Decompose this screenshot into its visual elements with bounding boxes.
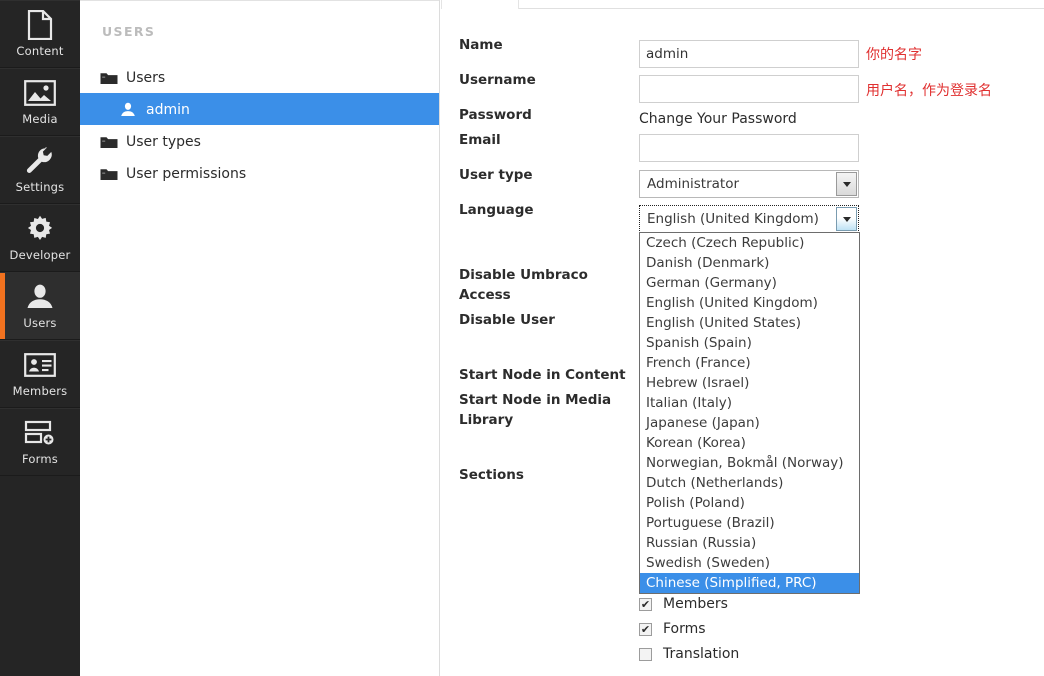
umbraco-backoffice: Content Media Settings Developer Users M… — [0, 0, 1044, 676]
tree-item-label: admin — [146, 101, 190, 118]
language-select-value: English (United Kingdom) — [647, 211, 819, 227]
id-card-icon — [24, 350, 56, 380]
rail-item-forms[interactable]: Forms — [0, 408, 80, 476]
section-label: Members — [663, 596, 728, 612]
chevron-down-icon[interactable] — [836, 207, 857, 231]
gear-icon — [25, 214, 55, 244]
tree-section-header: USERS — [102, 24, 156, 39]
rail-item-label: Content — [16, 44, 64, 58]
tree-item-label: User types — [126, 133, 201, 150]
rail-item-members[interactable]: Members — [0, 340, 80, 408]
label-start-node-content: Start Node in Content — [459, 367, 626, 383]
dropdown-option[interactable]: Czech (Czech Republic) — [640, 233, 859, 253]
tree-item-user-permissions[interactable]: User permissions — [80, 157, 439, 189]
checkbox-unchecked-icon[interactable] — [639, 647, 652, 661]
wrench-icon — [25, 146, 55, 176]
app-section-rail: Content Media Settings Developer Users M… — [0, 0, 80, 676]
email-input[interactable] — [639, 134, 859, 162]
dropdown-option[interactable]: Portuguese (Brazil) — [640, 513, 859, 533]
tree-item-label: Users — [126, 69, 166, 86]
tree-item-user-types[interactable]: User types — [80, 125, 439, 157]
checkbox-checked-icon[interactable]: ✔ — [639, 597, 652, 611]
dropdown-option[interactable]: English (United Kingdom) — [640, 293, 859, 313]
tree-top-divider — [80, 0, 439, 1]
dropdown-option[interactable]: Danish (Denmark) — [640, 253, 859, 273]
dropdown-option[interactable]: Korean (Korea) — [640, 433, 859, 453]
dropdown-option[interactable]: Spanish (Spain) — [640, 333, 859, 353]
tab-user-active[interactable] — [441, 0, 519, 9]
rail-item-users[interactable]: Users — [0, 272, 80, 340]
name-input[interactable] — [639, 40, 859, 68]
label-disable-umbraco-access: Disable Umbraco Access — [459, 267, 588, 303]
change-password-link[interactable]: Change Your Password — [639, 111, 797, 127]
chevron-down-icon[interactable] — [836, 172, 857, 196]
label-sections: Sections — [459, 467, 524, 483]
tree-list: Users admin User types User permissions — [80, 61, 439, 189]
user-icon — [120, 102, 146, 117]
dropdown-option[interactable]: Norwegian, Bokmål (Norway) — [640, 453, 859, 473]
section-checkbox-translation[interactable]: Translation — [639, 646, 739, 662]
label-name: Name — [459, 37, 503, 53]
tabstrip-baseline — [519, 8, 1044, 9]
section-label: Translation — [663, 646, 740, 662]
dropdown-option[interactable]: Polish (Poland) — [640, 493, 859, 513]
label-start-node-media: Start Node in Media Library — [459, 392, 612, 428]
dropdown-option[interactable]: Japanese (Japan) — [640, 413, 859, 433]
user-type-select[interactable]: Administrator — [639, 170, 859, 198]
folder-icon — [100, 135, 126, 149]
label-username: Username — [459, 72, 536, 88]
rail-item-label: Media — [22, 112, 58, 126]
user-icon — [25, 282, 55, 312]
tree-item-admin[interactable]: admin — [80, 93, 439, 125]
tree-item-users[interactable]: Users — [80, 61, 439, 93]
users-tree-panel: USERS Users admin User types User permis… — [80, 0, 440, 676]
rail-item-developer[interactable]: Developer — [0, 204, 80, 272]
image-icon — [24, 78, 56, 108]
rail-filler — [0, 476, 80, 612]
language-dropdown-list[interactable]: Czech (Czech Republic) Danish (Denmark) … — [639, 232, 860, 594]
check-glyph: ✔ — [640, 597, 651, 611]
dropdown-option[interactable]: Hebrew (Israel) — [640, 373, 859, 393]
tabstrip — [441, 0, 1044, 9]
dropdown-option[interactable]: Italian (Italy) — [640, 393, 859, 413]
rail-item-label: Forms — [22, 452, 58, 466]
dropdown-option[interactable]: French (France) — [640, 353, 859, 373]
dropdown-option[interactable]: German (Germany) — [640, 273, 859, 293]
dropdown-option[interactable]: English (United States) — [640, 313, 859, 333]
rail-item-label: Developer — [9, 248, 71, 262]
section-checkbox-forms[interactable]: ✔ Forms — [639, 621, 706, 637]
label-language: Language — [459, 202, 534, 218]
rail-item-label: Settings — [15, 180, 65, 194]
dropdown-option[interactable]: Dutch (Netherlands) — [640, 473, 859, 493]
username-input[interactable] — [639, 75, 859, 103]
rail-item-content[interactable]: Content — [0, 0, 80, 68]
check-glyph: ✔ — [640, 622, 651, 636]
rail-item-label: Members — [12, 384, 68, 398]
folder-icon — [100, 71, 126, 85]
folder-icon — [100, 167, 126, 181]
section-label: Forms — [663, 621, 706, 637]
forms-icon — [24, 418, 56, 448]
rail-item-settings[interactable]: Settings — [0, 136, 80, 204]
annotation-username: 用户名，作为登录名 — [866, 83, 992, 99]
rail-item-media[interactable]: Media — [0, 68, 80, 136]
section-checkbox-members[interactable]: ✔ Members — [639, 596, 728, 612]
dropdown-option-selected[interactable]: Chinese (Simplified, PRC) — [640, 573, 859, 593]
language-select[interactable]: English (United Kingdom) — [639, 205, 859, 233]
dropdown-option[interactable]: Russian (Russia) — [640, 533, 859, 553]
dropdown-option[interactable]: Swedish (Sweden) — [640, 553, 859, 573]
document-icon — [26, 10, 54, 40]
tree-item-label: User permissions — [126, 165, 247, 182]
annotation-name: 你的名字 — [866, 47, 922, 63]
checkbox-checked-icon[interactable]: ✔ — [639, 622, 652, 636]
user-type-select-value: Administrator — [647, 176, 740, 192]
label-password: Password — [459, 107, 532, 123]
rail-item-label: Users — [23, 316, 57, 330]
label-user-type: User type — [459, 167, 533, 183]
label-email: Email — [459, 132, 501, 148]
label-disable-user: Disable User — [459, 312, 555, 328]
